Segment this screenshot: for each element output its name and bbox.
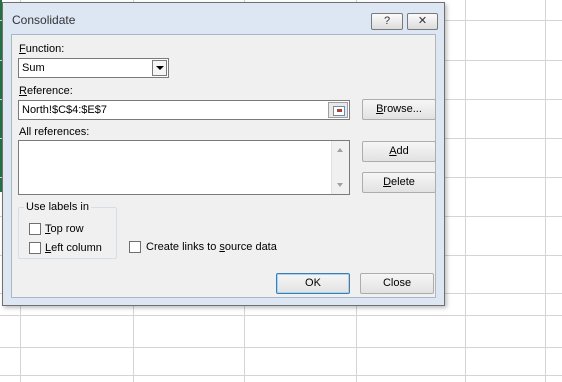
create-links-checkbox[interactable] [129, 241, 141, 253]
top-row-checkbox[interactable] [29, 223, 41, 235]
reference-value: North!$C$4:$E$7 [22, 104, 107, 116]
grid-row-line [0, 347, 562, 348]
help-button[interactable]: ? [371, 13, 403, 30]
scroll-up-icon[interactable] [337, 148, 343, 152]
ok-button[interactable]: OK [276, 273, 350, 294]
browse-button[interactable]: Browse... [362, 99, 436, 120]
scroll-down-icon[interactable] [337, 183, 343, 187]
create-links-label[interactable]: Create links to source data [146, 241, 277, 253]
close-button[interactable]: Close [360, 273, 434, 294]
function-label: Function: [19, 43, 65, 55]
function-dropdown[interactable]: Sum [18, 58, 169, 78]
all-references-list[interactable] [18, 140, 350, 195]
reference-label: Reference: [19, 85, 73, 97]
grid-row-line [0, 375, 562, 376]
add-button[interactable]: Add [362, 141, 436, 162]
dialog-body: Function: Sum Reference: North!$C$4:$E$7… [11, 34, 436, 298]
all-references-label: All references: [19, 126, 90, 138]
left-column-label[interactable]: Left column [45, 242, 102, 254]
dialog-titlebar[interactable]: Consolidate ? ✕ [3, 3, 444, 35]
function-value: Sum [22, 62, 45, 74]
range-select-icon [333, 106, 345, 116]
chevron-down-icon[interactable] [152, 60, 167, 76]
left-column-checkbox[interactable] [29, 242, 41, 254]
collapse-dialog-button[interactable] [328, 102, 348, 118]
reference-input[interactable]: North!$C$4:$E$7 [18, 100, 350, 120]
list-scrollbar[interactable] [331, 141, 349, 194]
delete-button[interactable]: Delete [362, 172, 436, 193]
help-icon: ? [383, 15, 391, 27]
dialog-title: Consolidate [12, 13, 76, 27]
grid-row-line [0, 315, 562, 316]
consolidate-dialog: Consolidate ? ✕ Function: Sum Reference:… [2, 2, 445, 306]
use-labels-group: Use labels in Top row Left column [18, 201, 117, 259]
top-row-label[interactable]: Top row [45, 223, 84, 235]
grid-col-line [465, 0, 466, 382]
use-labels-title: Use labels in [24, 201, 91, 213]
grid-col-line [545, 0, 546, 382]
close-icon: ✕ [417, 15, 428, 27]
title-close-button[interactable]: ✕ [407, 13, 438, 30]
